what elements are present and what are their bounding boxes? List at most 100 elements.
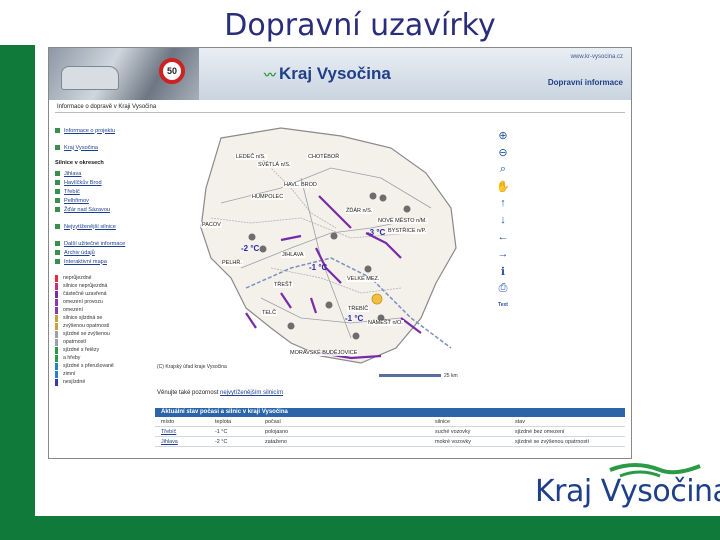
map-label-hbrod: HAVL. BROD	[283, 182, 318, 188]
magnify-icon[interactable]: ⌕	[496, 162, 510, 176]
breadcrumb-divider	[55, 112, 625, 113]
sidebar-item-trebic[interactable]: Třebíč	[55, 187, 140, 196]
map-temperature: -1 °C	[309, 263, 328, 272]
sidebar-item-info[interactable]: Další užitečné informace	[55, 239, 140, 248]
map-label-humpolec: HUMPOLEC	[251, 194, 285, 200]
sidebar-item-pelhrimov[interactable]: Pelhřimov	[55, 196, 140, 205]
map-label-trest: TŘEŠŤ	[273, 282, 294, 288]
banner-section-title: Dopravní informace	[547, 78, 623, 87]
legend-swatch	[55, 274, 58, 282]
weather-icon	[248, 233, 256, 241]
sidebar-item-hbrod[interactable]: Havlíčkův Brod	[55, 178, 140, 187]
banner-url[interactable]: www.kr-vysocina.cz	[571, 54, 623, 60]
map-temperature: -2 °C	[241, 244, 260, 253]
arrow-right-icon[interactable]: →	[496, 247, 510, 261]
attention-note: Věnujte také pozornost nejvytíženějším s…	[157, 390, 284, 396]
info-icon[interactable]: ℹ	[496, 264, 510, 278]
map-temperature: -1 °C	[345, 314, 364, 323]
speed-sign-icon: 50	[159, 58, 185, 84]
legend-item: omezení provozu	[55, 298, 140, 306]
legend-swatch	[55, 330, 58, 338]
bullet-icon	[55, 241, 60, 246]
bullet-icon	[55, 207, 60, 212]
table-place-link[interactable]: Jihlava	[161, 438, 178, 447]
zoom-in-icon[interactable]: ⊕	[496, 128, 510, 142]
map-label-pelhrimov: PELHŘ.	[221, 260, 243, 266]
sidebar-item-busiest[interactable]: Nejvytíženější silnice	[55, 222, 140, 231]
bullet-icon	[55, 189, 60, 194]
legend-swatch	[55, 346, 58, 354]
map-label-velkem: VELKÉ MEZ.	[346, 276, 381, 282]
arrow-down-icon[interactable]: ↓	[496, 213, 510, 227]
legend-item: zimní	[55, 370, 140, 378]
bullet-icon	[55, 171, 60, 176]
zoom-out-icon[interactable]: ⊖	[496, 145, 510, 159]
legend-swatch	[55, 290, 58, 298]
weather-icon	[352, 332, 360, 340]
map-scale: 25 km	[379, 373, 458, 379]
busiest-roads-link[interactable]: nejvytíženějším silnicím	[220, 390, 283, 396]
sidebar-item-jihlava[interactable]: Jihlava	[55, 169, 140, 178]
map-label-nmesto: NOVÉ MĚSTO n/M.	[377, 218, 428, 224]
map-label-chotebor: CHOTĚBOŘ	[307, 154, 341, 160]
legend-item: a hřeby	[55, 354, 140, 362]
map-label-bystrice: BYSTŘICE n/P.	[387, 228, 428, 234]
region-outline	[200, 127, 457, 364]
legend-swatch	[55, 354, 58, 362]
scale-bar	[379, 374, 441, 378]
map-label-pacov: PACOV	[201, 222, 222, 228]
sidebar-item-project[interactable]: Informace o projektu	[55, 126, 140, 135]
legend-item: částečně uzavřená	[55, 290, 140, 298]
map-label-telc: TELČ	[261, 310, 278, 316]
legend-item: neprůjezdné	[55, 274, 140, 282]
bullet-icon	[55, 198, 60, 203]
map-label-jihlava: JIHLAVA	[281, 252, 305, 258]
banner-logo[interactable]: 〰 Kraj Vysočina	[264, 64, 391, 84]
legend-item: opatrností	[55, 338, 140, 346]
map-label-mbud: MORAVSKÉ BUDĚJOVICE	[289, 350, 359, 356]
print-icon[interactable]: ⎙	[496, 281, 510, 295]
legend-item: sjízdné s řetězy	[55, 346, 140, 354]
legend-swatch	[55, 314, 58, 322]
map-label-zdar: ŽĎÁR n/S.	[345, 208, 374, 214]
bullet-icon	[55, 145, 60, 150]
bullet-icon	[55, 224, 60, 229]
table-row: Třebíč -1 °C polojasno suché vozovky sjí…	[155, 428, 625, 437]
sidebar-item-map[interactable]: Interaktivní mapa	[55, 257, 140, 266]
weather-icon	[364, 265, 372, 273]
sidebar-item-zdar[interactable]: Žďár nad Sázavou	[55, 205, 140, 214]
bullet-icon	[55, 180, 60, 185]
legend-item: omezení	[55, 306, 140, 314]
legend-swatch	[55, 362, 58, 370]
weather-icon	[330, 232, 338, 240]
bottom-green-bar	[35, 516, 720, 540]
arrow-left-icon[interactable]: ←	[496, 230, 510, 244]
left-green-strip	[0, 45, 35, 540]
kraj-vysocina-logo: Kraj Vysočina	[535, 474, 720, 509]
slide-title: Dopravní uzavírky	[224, 8, 496, 43]
weather-icon	[369, 192, 377, 200]
hand-icon[interactable]: ✋	[496, 179, 510, 193]
bullet-icon	[55, 250, 60, 255]
legend-swatch	[55, 282, 58, 290]
weather-icon	[325, 301, 333, 309]
embedded-screenshot: 50 〰 Kraj Vysočina www.kr-vysocina.cz Dop…	[48, 47, 632, 459]
text-view-button[interactable]: Text	[496, 298, 510, 312]
table-title: Aktuální stav počasí a silnic v kraji Vy…	[155, 408, 625, 417]
sidebar-districts-heading: Silnice v okresech	[55, 160, 104, 166]
map-label-namest: NÁMĚŠŤ n/O.	[367, 320, 404, 326]
legend-item: sjízdné s přerušovaně	[55, 362, 140, 370]
map-legend: neprůjezdné silnice neprůjezdná částečně…	[55, 274, 140, 386]
legend-swatch	[55, 298, 58, 306]
arrow-up-icon[interactable]: ↑	[496, 196, 510, 210]
weather-icon	[379, 194, 387, 202]
legend-item: sjízdné se zvýšenou	[55, 330, 140, 338]
sidebar-item-archive[interactable]: Archiv údajů	[55, 248, 140, 257]
sidebar-item-region[interactable]: Kraj Vysočina	[55, 143, 140, 152]
map-temperature: -3 °C	[367, 228, 386, 237]
weather-icon	[403, 205, 411, 213]
legend-item: silnice sjízdná se	[55, 314, 140, 322]
table-place-link[interactable]: Třebíč	[161, 428, 176, 437]
banner-photo: 50	[49, 48, 199, 100]
legend-swatch	[55, 370, 58, 378]
